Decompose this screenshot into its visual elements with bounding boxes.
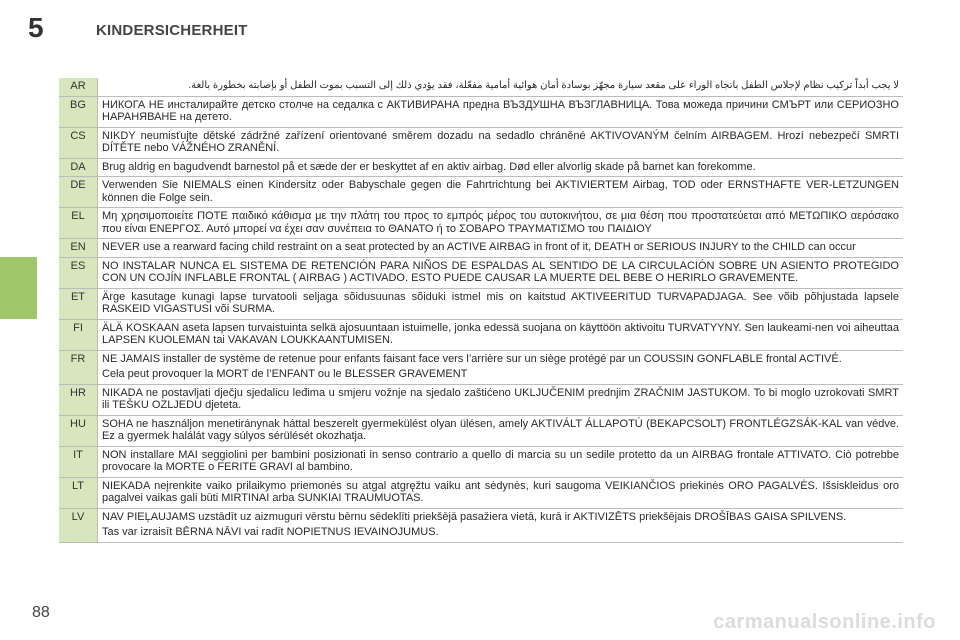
warning-paragraph: Cela peut provoquer la MORT de l’ENFANT … xyxy=(102,368,468,380)
warning-paragraph: Ärge kasutage kunagi lapse turvatooli se… xyxy=(102,290,899,316)
language-code: DA xyxy=(59,158,98,177)
language-code: EL xyxy=(59,207,98,239)
warning-paragraph: Tas var izraisīt BĒRNA NĀVI vai radīt NO… xyxy=(102,526,439,538)
warning-paragraph: NAV PIEĻAUJAMS uzstādīt uz aizmuguri vēr… xyxy=(102,510,847,523)
language-code: BG xyxy=(59,96,98,128)
warning-paragraph: ÄLÄ KOSKAAN aseta lapsen turvaistuinta s… xyxy=(102,321,899,347)
warning-paragraph: NEVER use a rearward facing child restra… xyxy=(102,241,856,253)
warning-paragraph: Verwenden Sie NIEMALS einen Kindersitz o… xyxy=(102,179,899,204)
warning-row-da: DA Brug aldrig en bagudvendt barnestol på… xyxy=(59,158,903,177)
language-code: LT xyxy=(59,477,98,509)
warning-row-ar: AR لا يجب أبداً تركيب نظام لإجلاس الطفل ب… xyxy=(59,78,903,97)
chapter-title: KINDERSICHERHEIT xyxy=(96,22,248,39)
warning-text: NO INSTALAR NUNCA EL SISTEMA DE RETENCIÓ… xyxy=(97,257,903,289)
warning-text: NIKDY neumisťujte dětské zádržné zařízen… xyxy=(97,127,903,159)
warning-paragraph: NO INSTALAR NUNCA EL SISTEMA DE RETENCIÓ… xyxy=(102,259,899,285)
warning-paragraph: NIKADA ne postavljati dječju sjedalicu l… xyxy=(102,386,899,412)
warning-text: NEVER use a rearward facing child restra… xyxy=(97,238,903,258)
warning-paragraph: Brug aldrig en bagudvendt barnestol på e… xyxy=(102,160,756,173)
warning-row-hr: HR NIKADA ne postavljati dječju sjedalicu… xyxy=(59,384,903,416)
warning-row-de: DE Verwenden Sie NIEMALS einen Kindersitz… xyxy=(59,176,903,208)
airbag-warning-table: AR لا يجب أبداً تركيب نظام لإجلاس الطفل ب… xyxy=(59,78,903,543)
warning-row-lv: LV NAV PIEĻAUJAMS uzstādīt uz aizmuguri v… xyxy=(59,508,903,543)
language-code: CS xyxy=(59,127,98,159)
warning-paragraph: NIKDY neumisťujte dětské zádržné zařízen… xyxy=(102,129,899,155)
warning-row-hu: HU SOHA ne használjon menetiránynak hátta… xyxy=(59,415,903,447)
chapter-side-tab xyxy=(0,257,37,319)
warning-row-it: IT NON installare MAI seggiolini per bamb… xyxy=(59,446,903,478)
chapter-number: 5 xyxy=(28,12,44,43)
language-code: IT xyxy=(59,446,98,478)
warning-paragraph: NIEKADA neįrenkite vaiko prilaikymo prie… xyxy=(102,479,899,505)
warning-text: NON installare MAI seggiolini per bambin… xyxy=(97,446,903,478)
warning-text: NIEKADA neįrenkite vaiko prilaikymo prie… xyxy=(97,477,903,509)
warning-paragraph: SOHA ne használjon menetiránynak háttal … xyxy=(102,417,899,443)
warning-text: НИКОГА НЕ инсталирайте детско столче на … xyxy=(97,96,903,128)
language-code: ES xyxy=(59,257,98,289)
warning-row-lt: LT NIEKADA neįrenkite vaiko prilaikymo pr… xyxy=(59,477,903,509)
warning-paragraph: NE JAMAIS installer de système de retenu… xyxy=(102,352,842,365)
language-code: DE xyxy=(59,176,98,208)
language-code: LV xyxy=(59,508,98,543)
warning-text: لا يجب أبداً تركيب نظام لإجلاس الطفل بات… xyxy=(97,78,903,97)
warning-paragraph: НИКОГА НЕ инсталирайте детско столче на … xyxy=(102,98,899,124)
warning-text: Ärge kasutage kunagi lapse turvatooli se… xyxy=(97,288,903,320)
warning-paragraph: لا يجب أبداً تركيب نظام لإجلاس الطفل بات… xyxy=(188,80,899,91)
warning-row-el: EL Μη χρησιμοποιείτε ΠΟΤΕ παιδικό κάθισμα… xyxy=(59,207,903,239)
warning-row-et: ET Ärge kasutage kunagi lapse turvatooli … xyxy=(59,288,903,320)
language-code: ET xyxy=(59,288,98,320)
language-code: HU xyxy=(59,415,98,447)
language-code: FI xyxy=(59,319,98,351)
warning-text: NE JAMAIS installer de système de retenu… xyxy=(97,350,903,385)
warning-row-fi: FI ÄLÄ KOSKAAN aseta lapsen turvaistuinta… xyxy=(59,319,903,351)
language-code: FR xyxy=(59,350,98,385)
language-code: EN xyxy=(59,238,98,258)
warning-text: Verwenden Sie NIEMALS einen Kindersitz o… xyxy=(97,176,903,208)
page-number: 88 xyxy=(32,604,50,621)
warning-row-cs: CS NIKDY neumisťujte dětské zádržné zaříz… xyxy=(59,127,903,159)
warning-paragraph: Μη χρησιμοποιείτε ΠΟΤΕ παιδικό κάθισμα μ… xyxy=(102,210,899,235)
language-code: AR xyxy=(59,78,98,97)
warning-text: SOHA ne használjon menetiránynak háttal … xyxy=(97,415,903,447)
warning-text: Μη χρησιμοποιείτε ΠΟΤΕ παιδικό κάθισμα μ… xyxy=(97,207,903,239)
language-code: HR xyxy=(59,384,98,416)
warning-text: Brug aldrig en bagudvendt barnestol på e… xyxy=(97,158,903,177)
warning-paragraph: NON installare MAI seggiolini per bambin… xyxy=(102,448,899,474)
watermark: carmanualsonline.info xyxy=(713,611,936,633)
warning-text: NAV PIEĻAUJAMS uzstādīt uz aizmuguri vēr… xyxy=(97,508,903,543)
warning-row-bg: BG НИКОГА НЕ инсталирайте детско столче н… xyxy=(59,96,903,128)
warning-text: NIKADA ne postavljati dječju sjedalicu l… xyxy=(97,384,903,416)
warning-row-fr: FR NE JAMAIS installer de système de rete… xyxy=(59,350,903,385)
warning-text: ÄLÄ KOSKAAN aseta lapsen turvaistuinta s… xyxy=(97,319,903,351)
warning-row-en: EN NEVER use a rearward facing child rest… xyxy=(59,238,903,258)
warning-row-es: ES NO INSTALAR NUNCA EL SISTEMA DE RETENC… xyxy=(59,257,903,289)
